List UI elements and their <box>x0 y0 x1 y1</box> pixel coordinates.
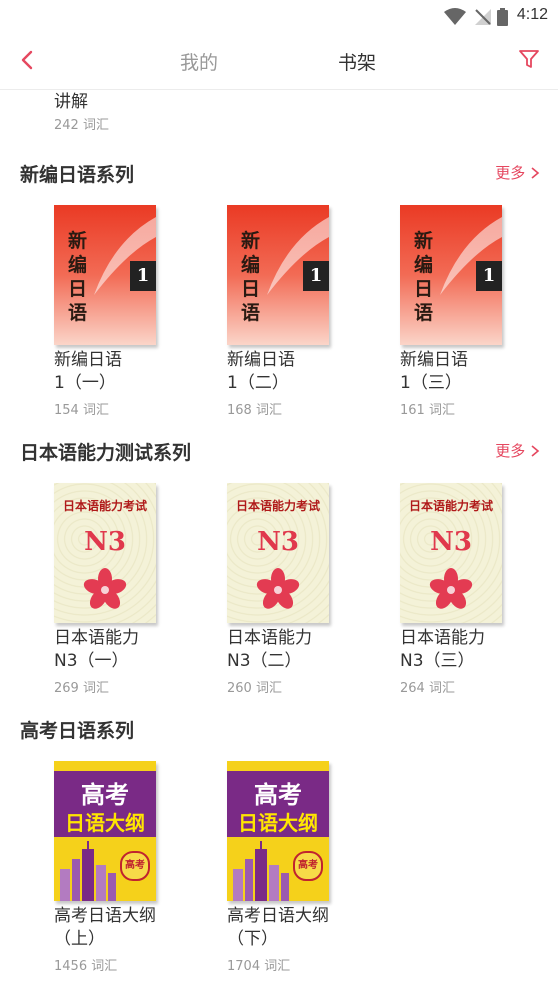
more-link[interactable]: 更多 <box>495 162 540 183</box>
chevron-right-icon <box>531 445 540 457</box>
book-cover[interactable]: 高考 日语大纲 高考 <box>227 761 329 901</box>
more-label: 更多 <box>495 164 526 182</box>
tab-mine[interactable]: 我的 <box>180 48 218 75</box>
word-count: 1456 词汇 <box>54 959 118 974</box>
title-line-2: （上） <box>54 929 105 949</box>
cover-volume-badge: 1 <box>130 261 156 291</box>
book-title: 新编日语 1（一） <box>54 349 194 395</box>
title-line-1: 日本语能力 <box>400 628 485 648</box>
title-line-1: 新编日语 <box>227 350 295 370</box>
word-count: 242 词汇 <box>54 118 109 133</box>
chevron-right-icon <box>531 167 540 179</box>
book-title: 日本语能力 N3（一） <box>54 627 194 673</box>
word-count: 260 词汇 <box>227 681 282 696</box>
cover-header: 日本语能力考试 <box>235 499 320 513</box>
bookshelf-content[interactable]: 讲解 242 词汇 新编日语系列 更多 新编日语 1 新编日语 1（一） 154… <box>0 90 558 992</box>
cover-title: 新编日语 <box>241 230 261 324</box>
book-cover[interactable]: 新编日语 1 <box>227 205 329 345</box>
book-title: 高考日语大纲 （下） <box>227 905 367 951</box>
word-count: 154 词汇 <box>54 403 109 418</box>
section-title: 新编日语系列 <box>20 164 135 186</box>
title-line-2: （下） <box>227 929 278 949</box>
word-count: 269 词汇 <box>54 681 109 696</box>
book-cover[interactable]: 新编日语 1 <box>400 205 502 345</box>
cover-title-top: 高考 <box>81 781 129 809</box>
title-line-2: 1（一） <box>54 373 116 393</box>
cover-title-bottom: 日语大纲 <box>238 811 318 835</box>
sakura-flower-icon <box>83 568 127 609</box>
cover-title: 新编日语 <box>68 230 88 324</box>
book-cover[interactable]: 新编日语 1 <box>54 205 156 345</box>
cover-seal-stamp: 高考 <box>120 851 150 881</box>
cover-seal-stamp: 高考 <box>293 851 323 881</box>
book-title: 日本语能力 N3（二） <box>227 627 367 673</box>
section-xinbian: 新编日语系列 更多 新编日语 1 新编日语 1（一） 154 词汇 新编日语 1… <box>0 160 558 420</box>
book-cover[interactable]: 日本语能力考试 N3 <box>54 483 156 623</box>
book-title: 新编日语 1（二） <box>227 349 367 395</box>
book-title: 日本语能力 N3（三） <box>400 627 540 673</box>
cover-title: 新编日语 <box>414 230 434 324</box>
partial-book-item[interactable]: 讲解 242 词汇 <box>54 90 109 136</box>
wifi-icon <box>444 8 466 25</box>
book-cover[interactable]: 日本语能力考试 N3 <box>400 483 502 623</box>
cover-level: N3 <box>84 527 126 557</box>
status-bar: 4:12 <box>0 0 558 32</box>
battery-icon <box>497 8 508 26</box>
book-title: 新编日语 1（三） <box>400 349 540 395</box>
filter-icon[interactable] <box>518 48 540 70</box>
title-line-1: 新编日语 <box>400 350 468 370</box>
status-time: 4:12 <box>516 6 548 23</box>
book-cover[interactable]: 日本语能力考试 N3 <box>227 483 329 623</box>
title-line-2: N3（二） <box>227 651 302 671</box>
title-line-1: 高考日语大纲 <box>227 906 329 926</box>
no-signal-icon <box>475 9 491 25</box>
book-title: 讲解 <box>54 92 88 112</box>
sakura-flower-icon <box>256 568 300 609</box>
title-line-2: 1（三） <box>400 373 462 393</box>
cover-header: 日本语能力考试 <box>408 499 493 513</box>
section-title: 高考日语系列 <box>20 720 135 742</box>
back-arrow-icon[interactable] <box>16 48 40 72</box>
title-line-1: 新编日语 <box>54 350 122 370</box>
word-count: 264 词汇 <box>400 681 455 696</box>
cover-title-bottom: 日语大纲 <box>65 811 145 835</box>
section-gaokao: 高考日语系列 高考 日语大纲 高考 高考日语大纲 （上） 1456 词汇 高考 … <box>0 716 558 992</box>
cover-header: 日本语能力考试 <box>62 499 147 513</box>
book-title: 高考日语大纲 （上） <box>54 905 194 951</box>
nav-bar: 我的 书架 <box>0 32 558 90</box>
cover-level: N3 <box>257 527 299 557</box>
section-jlpt: 日本语能力测试系列 更多 日本语能力考试 N3 日本语能力 N3（一） 269 … <box>0 438 558 698</box>
word-count: 168 词汇 <box>227 403 282 418</box>
title-line-2: N3（三） <box>400 651 475 671</box>
cover-level: N3 <box>430 527 472 557</box>
more-label: 更多 <box>495 442 526 460</box>
cover-title-top: 高考 <box>254 781 302 809</box>
sakura-flower-icon <box>429 568 473 609</box>
tab-bookshelf[interactable]: 书架 <box>338 48 376 75</box>
more-link[interactable]: 更多 <box>495 440 540 461</box>
cover-volume-badge: 1 <box>303 261 329 291</box>
title-line-1: 日本语能力 <box>227 628 312 648</box>
title-line-2: N3（一） <box>54 651 129 671</box>
title-line-1: 高考日语大纲 <box>54 906 156 926</box>
section-title: 日本语能力测试系列 <box>20 442 192 464</box>
word-count: 1704 词汇 <box>227 959 291 974</box>
title-line-2: 1（二） <box>227 373 289 393</box>
word-count: 161 词汇 <box>400 403 455 418</box>
book-cover[interactable]: 高考 日语大纲 高考 <box>54 761 156 901</box>
title-line-1: 日本语能力 <box>54 628 139 648</box>
cover-volume-badge: 1 <box>476 261 502 291</box>
